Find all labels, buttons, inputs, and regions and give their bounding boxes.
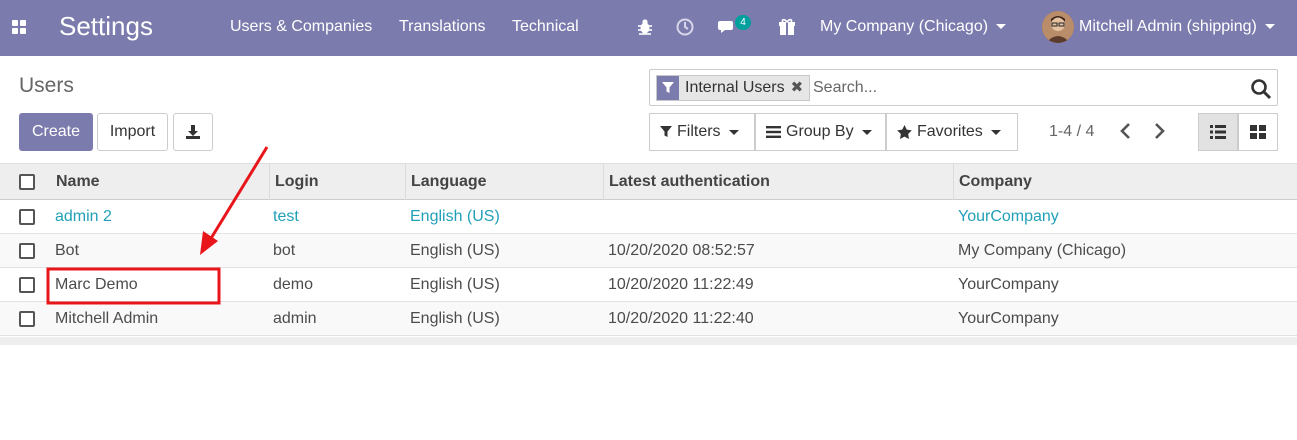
export-button[interactable] — [173, 113, 213, 151]
user-menu[interactable]: Mitchell Admin (shipping) — [1079, 18, 1275, 36]
menu-users-companies[interactable]: Users & Companies — [230, 18, 372, 36]
filters-button[interactable]: Filters — [649, 113, 755, 151]
cell-language[interactable]: English (US) — [410, 200, 500, 233]
group-by-icon — [766, 126, 781, 138]
table-row[interactable]: Marc Demo demo English (US) 10/20/2020 1… — [0, 268, 1297, 302]
row-checkbox[interactable] — [19, 311, 35, 327]
table-header: Name Login Language Latest authenticatio… — [0, 163, 1297, 200]
group-by-label: Group By — [786, 123, 854, 140]
app-title[interactable]: Settings — [59, 11, 153, 42]
column-header-login[interactable]: Login — [269, 164, 406, 200]
pager-value[interactable]: 1-4 / 4 — [1049, 123, 1094, 141]
cell-language[interactable]: English (US) — [410, 234, 500, 267]
row-checkbox[interactable] — [19, 277, 35, 293]
group-by-button[interactable]: Group By — [755, 113, 886, 151]
kanban-grid-icon — [1250, 125, 1266, 139]
table-footer — [0, 337, 1297, 345]
filter-icon — [660, 126, 672, 137]
clock-icon[interactable] — [675, 17, 695, 37]
avatar[interactable] — [1042, 11, 1074, 43]
list-view-button[interactable] — [1198, 113, 1238, 151]
chevron-left-icon[interactable] — [1116, 120, 1136, 142]
company-switcher-label: My Company (Chicago) — [820, 18, 989, 35]
cell-latest-authentication[interactable]: 10/20/2020 11:22:49 — [608, 268, 754, 301]
cell-name[interactable]: Marc Demo — [55, 268, 138, 301]
cell-company[interactable]: YourCompany — [958, 268, 1059, 301]
user-menu-label: Mitchell Admin (shipping) — [1079, 18, 1257, 35]
cell-company[interactable]: YourCompany — [958, 302, 1059, 335]
list-icon — [1210, 125, 1226, 139]
chevron-down-icon — [996, 24, 1007, 30]
chevron-down-icon — [728, 129, 739, 135]
import-button[interactable]: Import — [97, 113, 168, 151]
column-header-name[interactable]: Name — [51, 164, 269, 200]
chevron-down-icon — [1264, 24, 1275, 30]
cell-language[interactable]: English (US) — [410, 302, 500, 335]
cell-company[interactable]: My Company (Chicago) — [958, 234, 1126, 267]
bug-icon[interactable] — [635, 17, 655, 37]
cell-login[interactable]: bot — [273, 234, 295, 267]
company-switcher[interactable]: My Company (Chicago) — [820, 18, 1007, 36]
table-row[interactable]: Bot bot English (US) 10/20/2020 08:52:57… — [0, 234, 1297, 268]
filters-label: Filters — [677, 123, 721, 140]
cell-name[interactable]: admin 2 — [55, 200, 112, 233]
chevron-down-icon — [990, 129, 1001, 135]
chevron-down-icon — [861, 129, 872, 135]
apps-grid-icon[interactable] — [8, 16, 30, 38]
cell-name[interactable]: Bot — [55, 234, 79, 267]
table-row[interactable]: Mitchell Admin admin English (US) 10/20/… — [0, 302, 1297, 336]
user-portrait-icon — [1042, 11, 1074, 43]
menu-translations[interactable]: Translations — [399, 18, 486, 36]
menu-technical[interactable]: Technical — [512, 18, 579, 36]
kanban-view-button[interactable] — [1238, 113, 1278, 151]
filter-icon — [657, 76, 679, 100]
messages-count-badge: 4 — [735, 15, 751, 30]
favorites-label: Favorites — [917, 123, 983, 140]
gift-icon[interactable] — [777, 17, 797, 37]
search-bar: Internal Users ✖ — [649, 69, 1278, 106]
breadcrumb: Users — [19, 74, 74, 97]
cell-login[interactable]: admin — [273, 302, 317, 335]
column-header-latest-authentication[interactable]: Latest authentication — [603, 164, 954, 200]
row-checkbox[interactable] — [19, 243, 35, 259]
cell-latest-authentication[interactable]: 10/20/2020 08:52:57 — [608, 234, 755, 267]
search-facet-label: Internal Users — [685, 79, 785, 96]
close-icon[interactable]: ✖ — [789, 76, 810, 100]
table-row[interactable]: admin 2 test English (US) YourCompany — [0, 200, 1297, 234]
search-icon[interactable] — [1250, 78, 1272, 100]
cell-latest-authentication[interactable]: 10/20/2020 11:22:40 — [608, 302, 754, 335]
chevron-right-icon[interactable] — [1149, 120, 1169, 142]
search-facet: Internal Users ✖ — [656, 75, 811, 101]
search-input[interactable] — [813, 76, 1233, 100]
column-header-company[interactable]: Company — [953, 164, 1297, 200]
select-all-checkbox[interactable] — [19, 174, 35, 190]
column-header-language[interactable]: Language — [405, 164, 604, 200]
cell-language[interactable]: English (US) — [410, 268, 500, 301]
favorites-button[interactable]: Favorites — [886, 113, 1018, 151]
row-checkbox[interactable] — [19, 209, 35, 225]
create-button[interactable]: Create — [19, 113, 93, 151]
star-icon — [897, 125, 912, 139]
cell-company[interactable]: YourCompany — [958, 200, 1059, 233]
top-navbar: Settings Users & Companies Translations … — [0, 0, 1297, 56]
cell-login[interactable]: test — [273, 200, 299, 233]
download-icon — [186, 125, 200, 139]
cell-name[interactable]: Mitchell Admin — [55, 302, 158, 335]
cell-login[interactable]: demo — [273, 268, 313, 301]
